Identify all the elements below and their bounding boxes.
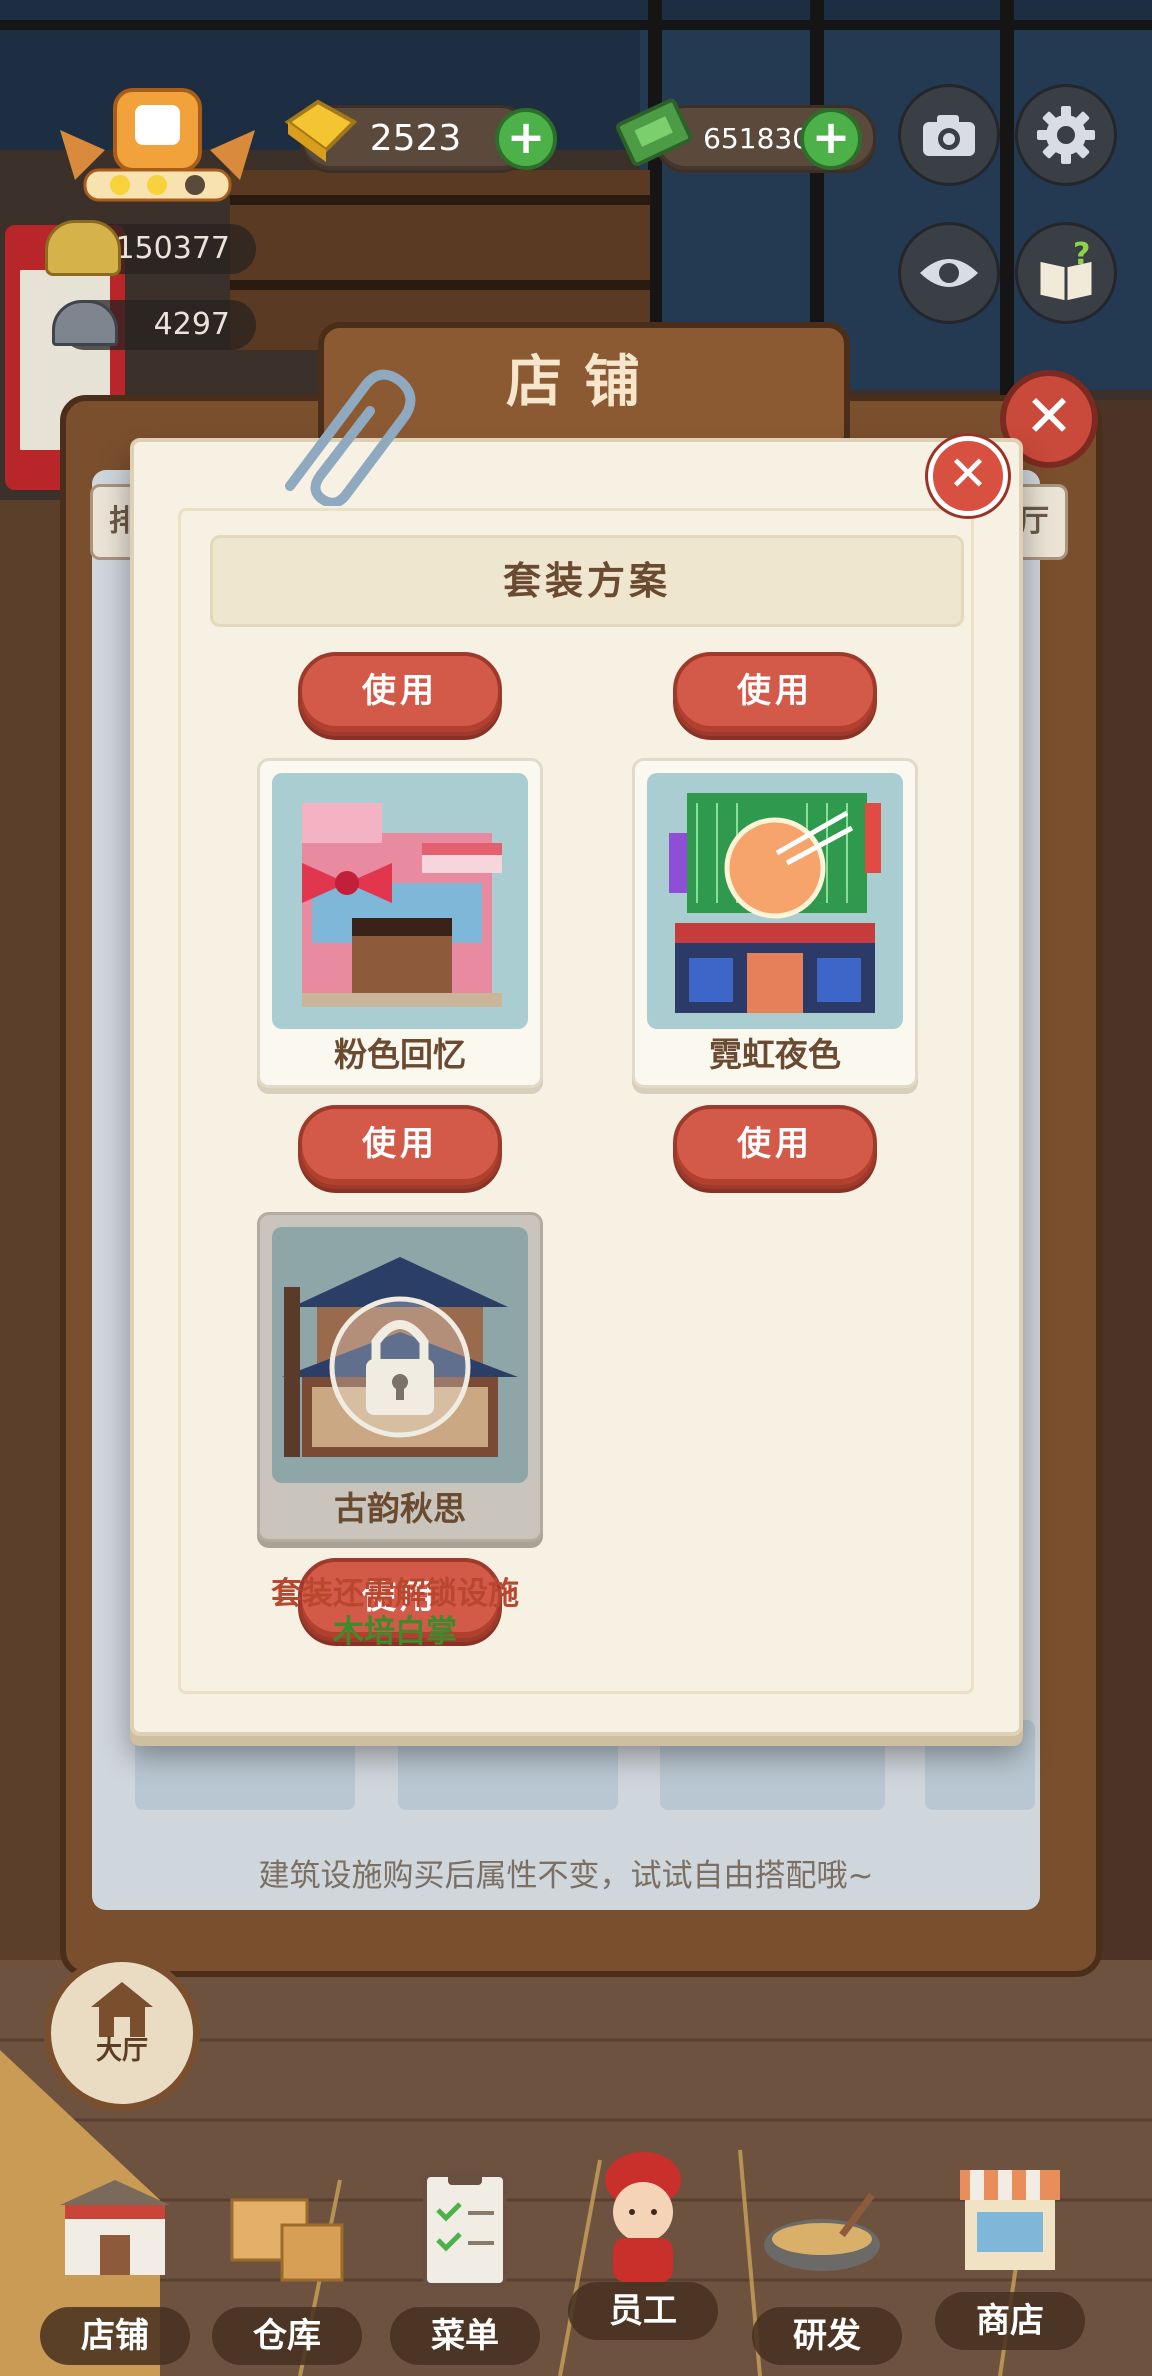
hall-label: 大厅 [95,2036,148,2066]
outfit-name-ancient: 古韵秋思 [334,1489,466,1528]
guide-book-button[interactable]: ? [1015,222,1117,324]
nav-warehouse[interactable]: 仓库 [212,2165,362,2365]
add-gold-button[interactable]: + [495,108,557,170]
question-book-icon: ? [1037,240,1095,304]
stat-value-1: 150377 [115,231,230,266]
nav-label-store: 店铺 [40,2307,190,2365]
stat-value-2: 4297 [153,307,230,342]
shop-icon [960,2170,1060,2270]
view-toggle-button[interactable] [898,222,1000,324]
nav-label-research: 研发 [752,2307,902,2365]
add-cash-button[interactable]: + [800,108,862,170]
nav-label-warehouse: 仓库 [212,2307,362,2365]
clipboard-icon [423,2169,507,2287]
outfit-name-neon: 霓虹夜色 [709,1035,841,1074]
wok-icon [764,2192,880,2271]
cloche-icon [52,300,118,346]
nav-menu[interactable]: 菜单 [390,2165,540,2365]
nav-store[interactable]: 店铺 [40,2165,190,2365]
outfit-card-pink[interactable]: 粉色回忆 [257,758,543,1088]
neon-shop-thumbnail [647,773,903,1029]
nav-label-menu: 菜单 [390,2307,540,2365]
nav-research[interactable]: 研发 [752,2165,902,2365]
unlock-requirement-item: 木培白掌 [333,1614,457,1650]
paperclip-icon [270,356,430,510]
hat-icon [45,220,121,276]
camera-icon [923,115,975,156]
chef-girl-icon [605,2152,681,2282]
outfit-card-ancient[interactable]: 古韵秋思 [257,1212,543,1542]
gold-value: 2523 [369,118,462,159]
use-button-set-1[interactable]: 使用 [298,652,502,736]
outfit-name-pink: 粉色回忆 [334,1035,466,1074]
gear-icon [1037,106,1095,164]
nav-staff[interactable]: 员工 [568,2140,718,2340]
settings-button[interactable] [1015,84,1117,186]
pink-shop-thumbnail [272,773,528,1029]
outfit-card-neon[interactable]: 霓虹夜色 [632,758,918,1088]
ancient-shop-thumbnail [272,1227,528,1483]
dialog-title: 套装方案 [210,535,964,627]
shop-hint-text: 建筑设施购买后属性不变，试试自由搭配哦~ [258,1858,874,1894]
use-button-set-3[interactable]: 使用 [298,1105,502,1189]
use-button-set-2[interactable]: 使用 [673,652,877,736]
gold-bar-icon [278,92,358,170]
eye-icon [920,259,978,287]
boxes-icon [230,2198,344,2282]
cash-stack-icon [615,92,695,176]
use-button-set-4[interactable]: 使用 [673,1105,877,1189]
svg-text:?: ? [1073,240,1090,272]
nav-shop[interactable]: 商店 [935,2150,1085,2350]
crown-badge-icon [60,88,255,202]
nav-label-staff: 员工 [568,2282,718,2340]
camera-button[interactable] [898,84,1000,186]
dialog-close-button[interactable]: ✕ [928,436,1008,516]
nav-label-shop: 商店 [935,2292,1085,2350]
chef-rank-badge[interactable] [55,70,260,210]
storefront-icon [60,2180,170,2275]
